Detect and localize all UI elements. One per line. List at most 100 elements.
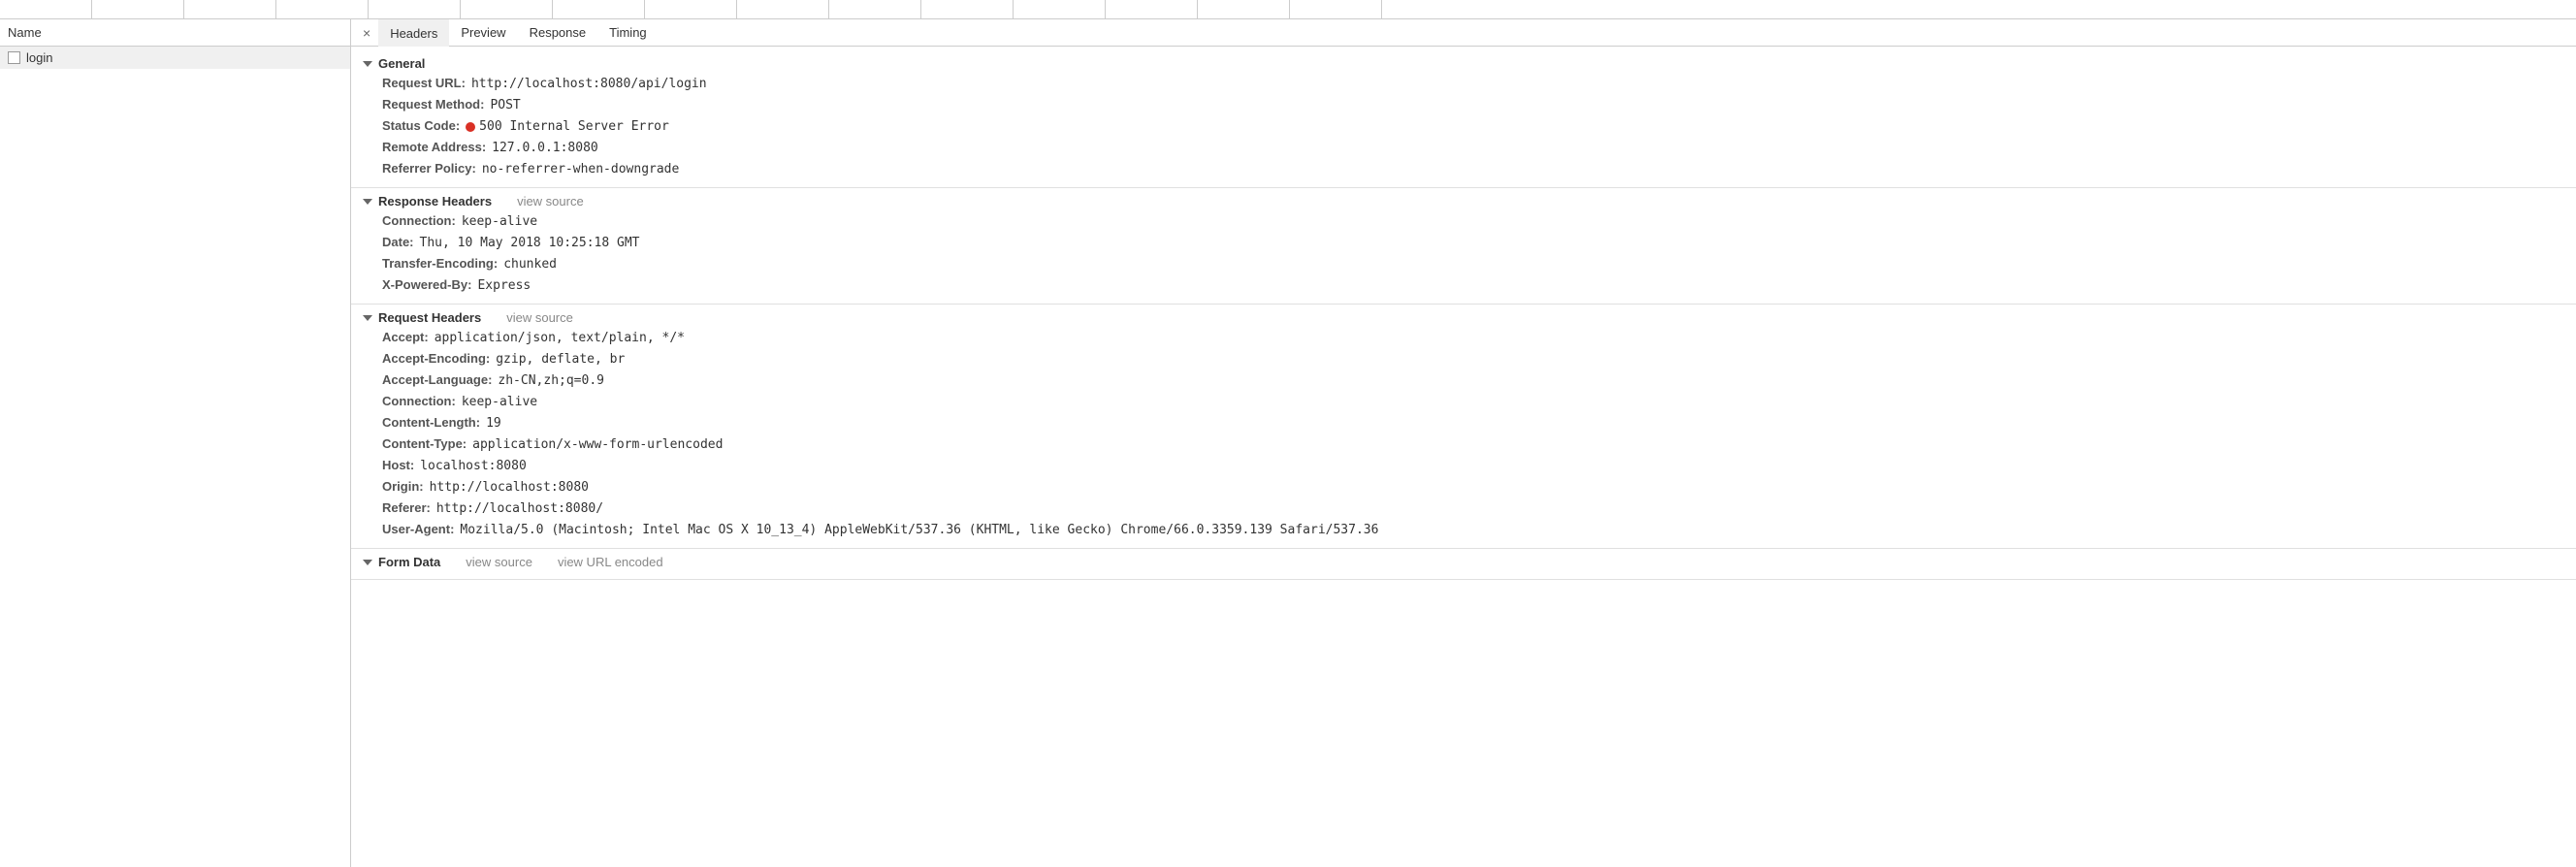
view-source-link[interactable]: view source	[517, 194, 584, 209]
section-header-form-data[interactable]: Form Data view source view URL encoded	[351, 553, 2576, 571]
top-tabs-bar	[0, 0, 2576, 19]
tab-timing[interactable]: Timing	[597, 19, 659, 46]
row-req-accept: Accept: application/json, text/plain, */…	[351, 327, 2576, 348]
caret-down-icon	[363, 199, 372, 205]
row-req-user-agent: User-Agent: Mozilla/5.0 (Macintosh; Inte…	[351, 519, 2576, 540]
value-remote-address: 127.0.0.1:8080	[492, 139, 598, 157]
top-tab[interactable]	[1290, 0, 1382, 18]
value-request-url: http://localhost:8080/api/login	[471, 75, 707, 93]
top-tab[interactable]	[461, 0, 553, 18]
tab-response[interactable]: Response	[518, 19, 598, 46]
top-tab[interactable]	[1106, 0, 1198, 18]
value-x-powered-by: Express	[477, 276, 531, 295]
section-response-headers: Response Headers view source Connection:…	[351, 188, 2576, 305]
tab-preview[interactable]: Preview	[449, 19, 517, 46]
row-req-accept-language: Accept-Language: zh-CN,zh;q=0.9	[351, 369, 2576, 391]
label-transfer-encoding: Transfer-Encoding:	[382, 254, 498, 273]
section-title-general: General	[378, 56, 425, 71]
request-list: login	[0, 47, 350, 867]
section-title-request-headers: Request Headers	[378, 310, 481, 325]
section-title-response-headers: Response Headers	[378, 194, 492, 209]
label-remote-address: Remote Address:	[382, 138, 486, 156]
top-tab[interactable]	[184, 0, 276, 18]
value-request-method: POST	[490, 96, 520, 114]
label-connection: Connection:	[382, 211, 456, 230]
row-req-connection: Connection: keep-alive	[351, 391, 2576, 412]
requests-panel: Name login	[0, 19, 351, 867]
value-content-length: 19	[486, 414, 501, 433]
row-status-code: Status Code: 500 Internal Server Error	[351, 115, 2576, 137]
value-status-code: 500 Internal Server Error	[466, 117, 669, 136]
section-request-headers: Request Headers view source Accept: appl…	[351, 305, 2576, 549]
label-referrer-policy: Referrer Policy:	[382, 159, 476, 177]
top-tab[interactable]	[1198, 0, 1290, 18]
row-req-content-type: Content-Type: application/x-www-form-url…	[351, 434, 2576, 455]
caret-down-icon	[363, 560, 372, 565]
value-date: Thu, 10 May 2018 10:25:18 GMT	[420, 234, 640, 252]
row-remote-address: Remote Address: 127.0.0.1:8080	[351, 137, 2576, 158]
section-form-data: Form Data view source view URL encoded	[351, 549, 2576, 580]
value-referrer-policy: no-referrer-when-downgrade	[482, 160, 680, 178]
value-user-agent: Mozilla/5.0 (Macintosh; Intel Mac OS X 1…	[460, 521, 1378, 539]
name-column-header[interactable]: Name	[0, 19, 350, 47]
value-host: localhost:8080	[420, 457, 527, 475]
detail-content: General Request URL: http://localhost:80…	[351, 47, 2576, 867]
detail-tabs-bar: × Headers Preview Response Timing	[351, 19, 2576, 47]
value-connection: keep-alive	[462, 212, 537, 231]
label-referer: Referer:	[382, 498, 431, 517]
top-tab[interactable]	[921, 0, 1014, 18]
caret-down-icon	[363, 315, 372, 321]
value-transfer-encoding: chunked	[503, 255, 557, 273]
row-resp-connection: Connection: keep-alive	[351, 210, 2576, 232]
caret-down-icon	[363, 61, 372, 67]
value-referer: http://localhost:8080/	[436, 499, 603, 518]
section-header-response-headers[interactable]: Response Headers view source	[351, 192, 2576, 210]
label-content-length: Content-Length:	[382, 413, 480, 432]
top-tab[interactable]	[1014, 0, 1106, 18]
view-source-link[interactable]: view source	[506, 310, 573, 325]
label-x-powered-by: X-Powered-By:	[382, 275, 471, 294]
section-header-request-headers[interactable]: Request Headers view source	[351, 308, 2576, 327]
section-general: General Request URL: http://localhost:80…	[351, 50, 2576, 188]
label-accept-language: Accept-Language:	[382, 370, 492, 389]
row-req-content-length: Content-Length: 19	[351, 412, 2576, 434]
row-req-origin: Origin: http://localhost:8080	[351, 476, 2576, 498]
row-request-url: Request URL: http://localhost:8080/api/l…	[351, 73, 2576, 94]
label-connection: Connection:	[382, 392, 456, 410]
label-accept-encoding: Accept-Encoding:	[382, 349, 490, 368]
value-accept-encoding: gzip, deflate, br	[496, 350, 625, 369]
label-host: Host:	[382, 456, 414, 474]
row-resp-transfer-encoding: Transfer-Encoding: chunked	[351, 253, 2576, 274]
row-resp-x-powered-by: X-Powered-By: Express	[351, 274, 2576, 296]
request-checkbox[interactable]	[8, 51, 20, 64]
label-content-type: Content-Type:	[382, 434, 467, 453]
label-request-url: Request URL:	[382, 74, 466, 92]
value-content-type: application/x-www-form-urlencoded	[472, 435, 723, 454]
status-error-icon	[466, 122, 475, 132]
top-tab[interactable]	[92, 0, 184, 18]
label-date: Date:	[382, 233, 414, 251]
top-tab[interactable]	[737, 0, 829, 18]
request-row-login[interactable]: login	[0, 47, 350, 69]
top-tab[interactable]	[553, 0, 645, 18]
section-title-form-data: Form Data	[378, 555, 440, 569]
value-connection: keep-alive	[462, 393, 537, 411]
section-header-general[interactable]: General	[351, 54, 2576, 73]
row-req-accept-encoding: Accept-Encoding: gzip, deflate, br	[351, 348, 2576, 369]
top-tab[interactable]	[829, 0, 921, 18]
row-request-method: Request Method: POST	[351, 94, 2576, 115]
value-accept: application/json, text/plain, */*	[435, 329, 685, 347]
detail-panel: × Headers Preview Response Timing Genera…	[351, 19, 2576, 867]
view-url-encoded-link[interactable]: view URL encoded	[558, 555, 663, 569]
label-status-code: Status Code:	[382, 116, 460, 135]
view-source-link[interactable]: view source	[466, 555, 532, 569]
top-tab[interactable]	[0, 0, 92, 18]
close-icon[interactable]: ×	[355, 25, 378, 41]
label-user-agent: User-Agent:	[382, 520, 454, 538]
row-req-referer: Referer: http://localhost:8080/	[351, 498, 2576, 519]
tab-headers[interactable]: Headers	[378, 19, 449, 47]
request-name: login	[26, 50, 52, 65]
top-tab[interactable]	[369, 0, 461, 18]
top-tab[interactable]	[276, 0, 369, 18]
top-tab[interactable]	[645, 0, 737, 18]
